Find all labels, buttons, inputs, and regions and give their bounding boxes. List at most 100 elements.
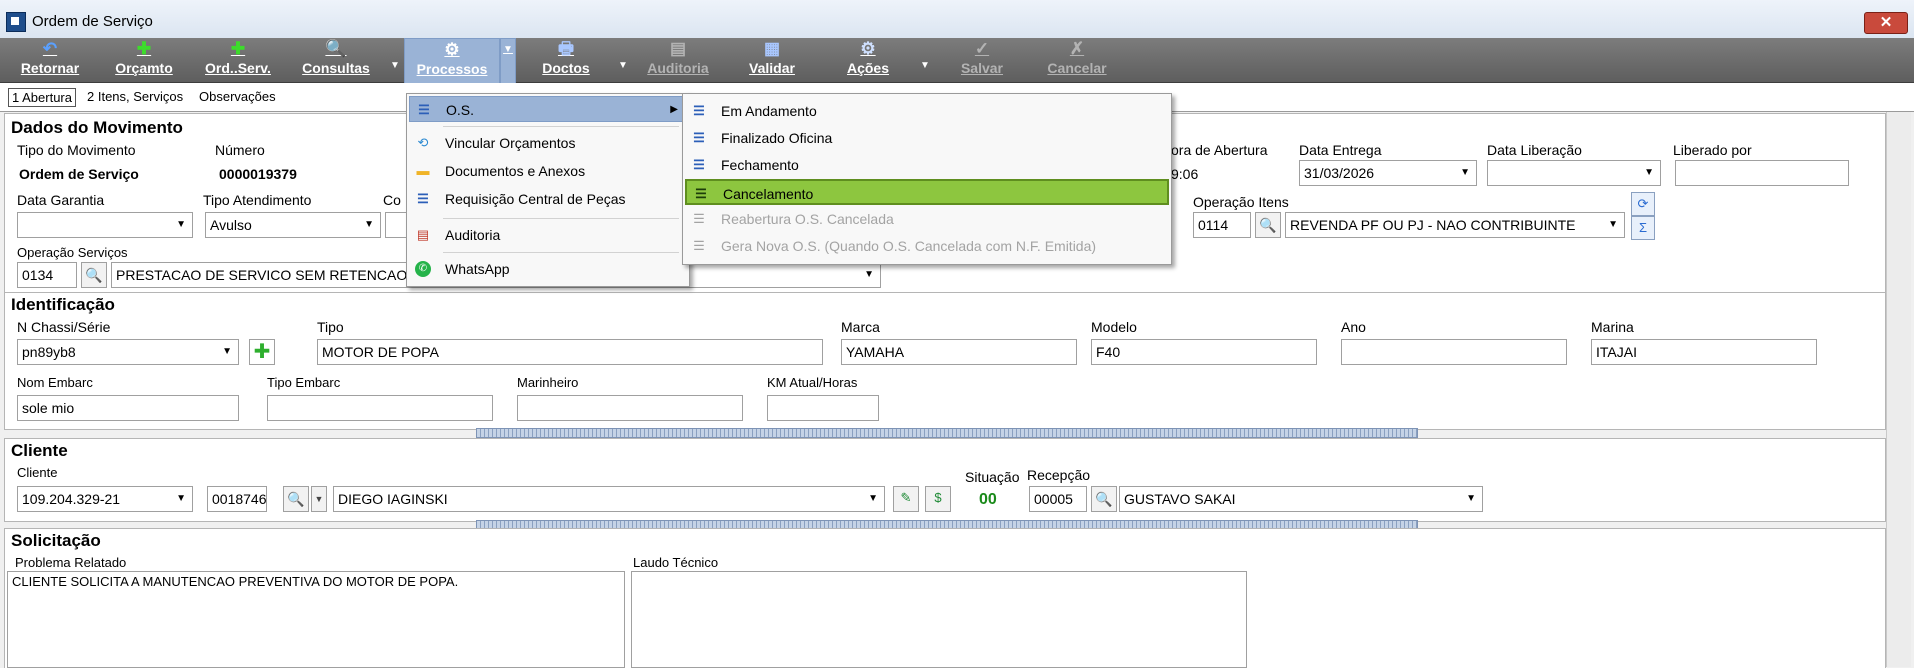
- acoes-button[interactable]: ⚙ Ações: [830, 38, 906, 82]
- tipo-atendimento-field[interactable]: Avulso: [205, 212, 381, 238]
- cliente-codigo-field[interactable]: 0018746: [207, 486, 267, 512]
- marinheiro-field[interactable]: [517, 395, 743, 421]
- cancelar-button[interactable]: ✗ Cancelar: [1036, 38, 1118, 82]
- money-icon[interactable]: $: [925, 486, 951, 512]
- submenu-item-finalizado-oficina[interactable]: ☰ Finalizado Oficina: [685, 125, 1169, 151]
- section-title: Identificação: [11, 295, 115, 314]
- operacao-servicos-code[interactable]: 0134: [17, 262, 77, 288]
- list-icon: ☰: [693, 238, 705, 253]
- toolbar: ↶ Retornar ✚ Orçamto ✚ Ord..Serv. 🔍 Cons…: [0, 38, 1914, 84]
- submenu-item-reabertura[interactable]: ☰ Reabertura O.S. Cancelada: [685, 206, 1169, 232]
- data-garantia-label: Data Garantia: [17, 192, 105, 208]
- auditoria-button[interactable]: ▤ Auditoria: [636, 38, 720, 82]
- search-icon[interactable]: 🔍: [283, 486, 309, 512]
- menu-item-auditoria[interactable]: ▤ Auditoria: [409, 222, 687, 248]
- window-title: Ordem de Serviço: [32, 13, 153, 30]
- menu-separator: [443, 126, 679, 127]
- laudo-label: Laudo Técnico: [633, 555, 719, 570]
- operacao-itens-code[interactable]: 0114: [1193, 212, 1251, 238]
- sum-icon[interactable]: Σ: [1631, 216, 1655, 240]
- window-titlebar: Ordem de Serviço ✕: [0, 0, 1914, 39]
- doctos-dropdown-icon[interactable]: ▼: [618, 60, 628, 71]
- recepcao-name-field[interactable]: GUSTAVO SAKAI: [1119, 486, 1483, 512]
- laudo-textarea[interactable]: [631, 571, 1247, 668]
- processos-button[interactable]: ⚙ Processos: [404, 38, 500, 84]
- situacao-value: 00: [979, 491, 997, 508]
- submenu-item-fechamento[interactable]: ☰ Fechamento: [685, 152, 1169, 178]
- tipo-embarc-label: Tipo Embarc: [267, 375, 341, 390]
- data-garantia-field[interactable]: [17, 212, 193, 238]
- add-icon[interactable]: ✚: [249, 339, 275, 365]
- cliente-cpf-field[interactable]: 109.204.329-21: [17, 486, 193, 512]
- con-label: Co: [383, 192, 401, 208]
- close-button[interactable]: ✕: [1864, 12, 1908, 34]
- cliente-label: Cliente: [17, 465, 58, 480]
- menu-item-whatsapp[interactable]: ✆ WhatsApp: [409, 256, 687, 282]
- refresh-icon[interactable]: ⟳: [1631, 192, 1655, 216]
- gears-icon: ⚙: [444, 40, 460, 59]
- modelo-field[interactable]: F40: [1091, 339, 1317, 365]
- tipo-embarc-field[interactable]: [267, 395, 493, 421]
- submenu-item-gera-nova-os[interactable]: ☰ Gera Nova O.S. (Quando O.S. Cancelada …: [685, 233, 1169, 259]
- marina-label: Marina: [1591, 319, 1634, 335]
- app-icon: [6, 12, 26, 32]
- whatsapp-icon: ✆: [415, 261, 431, 277]
- acoes-dropdown-icon[interactable]: ▼: [920, 60, 930, 71]
- printer-icon: 🖶: [557, 39, 575, 58]
- salvar-button[interactable]: ✓ Salvar: [944, 38, 1020, 82]
- consultas-button[interactable]: 🔍 Consultas: [294, 38, 378, 82]
- check-icon: ✓: [974, 39, 990, 58]
- menu-item-requisicao-pecas[interactable]: ☰ Requisição Central de Peças: [409, 186, 687, 212]
- operacao-itens-desc[interactable]: REVENDA PF OU PJ - NAO CONTRIBUINTE: [1285, 212, 1625, 238]
- list-icon: ☰: [695, 186, 707, 201]
- menu-item-vincular-orcamentos[interactable]: ⟲ Vincular Orçamentos: [409, 130, 687, 156]
- nom-embarc-label: Nom Embarc: [17, 375, 93, 390]
- marca-field[interactable]: YAMAHA: [841, 339, 1077, 365]
- ano-field[interactable]: [1341, 339, 1567, 365]
- problema-label: Problema Relatado: [15, 555, 127, 570]
- cliente-nome-field[interactable]: DIEGO IAGINSKI: [333, 486, 885, 512]
- list-icon: ☰: [417, 191, 429, 206]
- liberado-por-field[interactable]: [1675, 160, 1849, 186]
- tipo-atendimento-label: Tipo Atendimento: [203, 192, 312, 208]
- data-entrega-field[interactable]: 31/03/2026: [1299, 160, 1477, 186]
- vertical-scrollbar[interactable]: [1886, 112, 1911, 667]
- menu-separator: [443, 252, 679, 253]
- doctos-button[interactable]: 🖶 Doctos: [526, 38, 606, 82]
- section-identificacao: Identificação N Chassi/Série pn89yb8 ✚ T…: [4, 292, 1886, 430]
- search-icon[interactable]: 🔍: [1255, 212, 1281, 238]
- processos-dropdown-button[interactable]: ▼: [500, 38, 516, 84]
- search-icon[interactable]: 🔍: [81, 262, 107, 288]
- data-liberacao-field[interactable]: [1487, 160, 1661, 186]
- recepcao-code-field[interactable]: 00005: [1029, 486, 1087, 512]
- os-submenu: ☰ Em Andamento ☰ Finalizado Oficina ☰ Fe…: [682, 93, 1172, 265]
- section-splitter[interactable]: [476, 428, 1418, 438]
- chevron-down-icon[interactable]: ▼: [311, 486, 327, 512]
- document-icon[interactable]: ✎: [893, 486, 919, 512]
- nom-embarc-field[interactable]: sole mio: [17, 395, 239, 421]
- tab-observacoes[interactable]: Observações: [196, 88, 279, 105]
- submenu-item-em-andamento[interactable]: ☰ Em Andamento: [685, 98, 1169, 124]
- tab-itens-servicos[interactable]: 2 Itens, Serviços: [84, 88, 186, 105]
- menu-item-documentos-anexos[interactable]: ▬ Documentos e Anexos: [409, 158, 687, 184]
- tab-abertura[interactable]: 1 Abertura: [8, 88, 76, 107]
- submenu-item-cancelamento[interactable]: ☰ Cancelamento: [685, 179, 1169, 205]
- data-entrega-label: Data Entrega: [1299, 142, 1382, 158]
- km-field[interactable]: [767, 395, 879, 421]
- search-icon[interactable]: 🔍: [1091, 486, 1117, 512]
- situacao-label: Situação: [965, 469, 1020, 485]
- chassi-field[interactable]: pn89yb8: [17, 339, 239, 365]
- consultas-dropdown-icon[interactable]: ▼: [390, 60, 400, 71]
- tipo-movimento-value: Ordem de Serviço: [19, 166, 139, 182]
- orcamento-button[interactable]: ✚ Orçamto: [104, 38, 184, 82]
- validar-button[interactable]: ▦ Validar: [732, 38, 812, 82]
- problema-textarea[interactable]: CLIENTE SOLICITA A MANUTENCAO PREVENTIVA…: [7, 571, 625, 668]
- marina-field[interactable]: ITAJAI: [1591, 339, 1817, 365]
- chassi-label: N Chassi/Série: [17, 319, 111, 335]
- ano-label: Ano: [1341, 319, 1366, 335]
- tipo-field[interactable]: MOTOR DE POPA: [317, 339, 823, 365]
- ordem-servico-button[interactable]: ✚ Ord..Serv.: [196, 38, 280, 82]
- menu-item-os[interactable]: ☰ O.S. ▶: [409, 96, 687, 122]
- retornar-button[interactable]: ↶ Retornar: [8, 38, 92, 82]
- audit-icon: ▤: [669, 39, 687, 58]
